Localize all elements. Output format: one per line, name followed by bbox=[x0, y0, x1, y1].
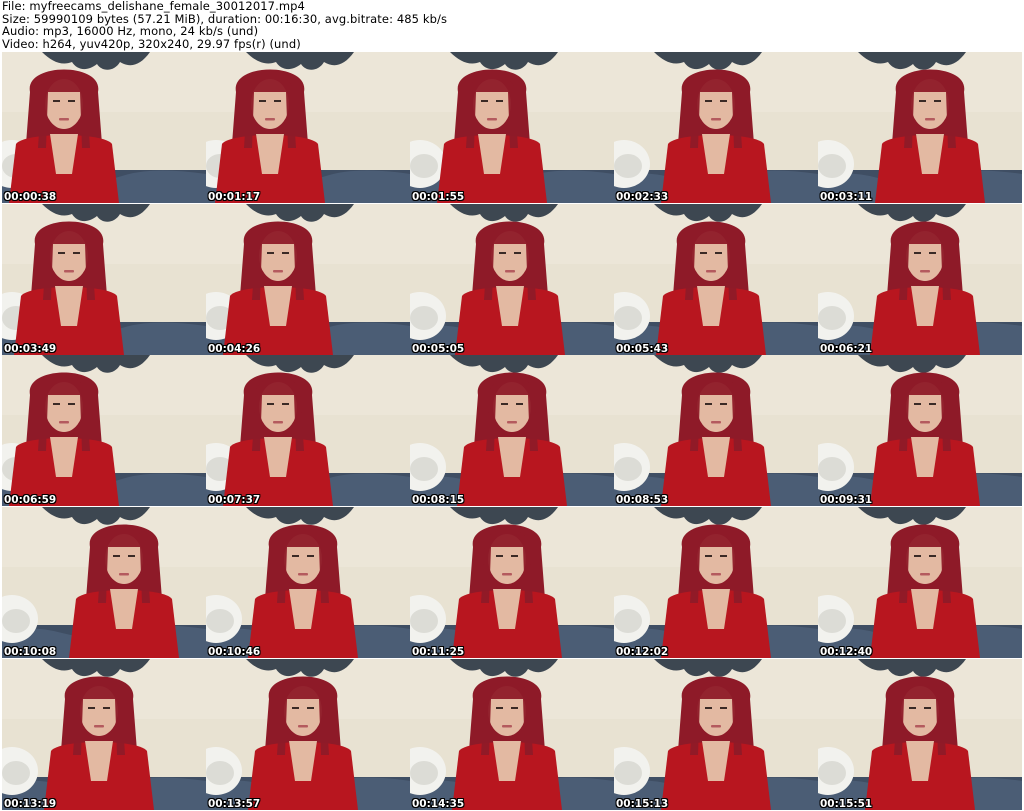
video-frame bbox=[818, 507, 1022, 658]
thumbnail: 00:10:46 bbox=[206, 507, 410, 658]
video-frame bbox=[614, 204, 818, 355]
thumbnail-timestamp: 00:01:55 bbox=[412, 191, 465, 203]
thumbnail-timestamp: 00:07:37 bbox=[208, 494, 261, 506]
thumbnail: 00:02:33 bbox=[614, 52, 818, 203]
thumbnail-timestamp: 00:12:40 bbox=[820, 646, 873, 658]
audio-info-line: Audio: mp3, 16000 Hz, mono, 24 kb/s (und… bbox=[2, 24, 259, 38]
video-frame bbox=[818, 52, 1022, 203]
video-frame bbox=[2, 355, 206, 506]
thumbnail-timestamp: 00:13:57 bbox=[208, 798, 261, 810]
thumbnail-timestamp: 00:04:26 bbox=[208, 343, 261, 355]
thumbnail: 00:13:57 bbox=[206, 659, 410, 810]
thumbnail: 00:15:51 bbox=[818, 659, 1022, 810]
video-frame bbox=[818, 659, 1022, 810]
thumbnail: 00:00:38 bbox=[2, 52, 206, 203]
video-frame bbox=[410, 52, 614, 203]
thumbnail: 00:11:25 bbox=[410, 507, 614, 658]
thumbnail-timestamp: 00:15:51 bbox=[820, 798, 873, 810]
video-frame bbox=[206, 52, 410, 203]
thumbnail: 00:05:05 bbox=[410, 204, 614, 355]
thumbnail: 00:10:08 bbox=[2, 507, 206, 658]
video-frame bbox=[410, 659, 614, 810]
thumbnail: 00:06:21 bbox=[818, 204, 1022, 355]
video-frame bbox=[206, 507, 410, 658]
video-frame bbox=[2, 204, 206, 355]
thumbnail-timestamp: 00:08:15 bbox=[412, 494, 465, 506]
video-frame bbox=[410, 204, 614, 355]
thumbnail: 00:08:15 bbox=[410, 355, 614, 506]
thumbnail-grid: 00:00:38 00:01:17 00:01:55 00:02:33 00:03:11… bbox=[0, 52, 1024, 811]
video-frame bbox=[2, 659, 206, 810]
video-frame bbox=[206, 355, 410, 506]
thumbnail-timestamp: 00:15:13 bbox=[616, 798, 669, 810]
thumbnail-timestamp: 00:10:46 bbox=[208, 646, 261, 658]
video-frame bbox=[614, 659, 818, 810]
thumbnail: 00:15:13 bbox=[614, 659, 818, 810]
thumbnail-timestamp: 00:02:33 bbox=[616, 191, 669, 203]
video-info-line: Video: h264, yuv420p, 320x240, 29.97 fps… bbox=[2, 36, 301, 51]
video-frame bbox=[410, 355, 614, 506]
thumbnail: 00:12:02 bbox=[614, 507, 818, 658]
thumbnail-timestamp: 00:01:17 bbox=[208, 191, 261, 203]
thumbnail: 00:14:35 bbox=[410, 659, 614, 810]
video-frame bbox=[614, 507, 818, 658]
thumbnail: 00:08:53 bbox=[614, 355, 818, 506]
thumbnail-timestamp: 00:08:53 bbox=[616, 494, 669, 506]
thumbnail-timestamp: 00:11:25 bbox=[412, 646, 465, 658]
video-frame bbox=[2, 507, 206, 658]
video-frame bbox=[818, 204, 1022, 355]
thumbnail-timestamp: 00:13:19 bbox=[4, 798, 57, 810]
thumbnail-timestamp: 00:03:11 bbox=[820, 191, 873, 203]
video-frame bbox=[206, 659, 410, 810]
thumbnail-timestamp: 00:05:05 bbox=[412, 343, 465, 355]
thumbnail-timestamp: 00:12:02 bbox=[616, 646, 669, 658]
video-frame bbox=[614, 52, 818, 203]
thumbnail: 00:01:55 bbox=[410, 52, 614, 203]
thumbnail: 00:07:37 bbox=[206, 355, 410, 506]
thumbnail-timestamp: 00:14:35 bbox=[412, 798, 465, 810]
thumbnail: 00:01:17 bbox=[206, 52, 410, 203]
thumbnail-timestamp: 00:09:31 bbox=[820, 494, 873, 506]
thumbnail-timestamp: 00:05:43 bbox=[616, 343, 669, 355]
thumbnail: 00:06:59 bbox=[2, 355, 206, 506]
thumbnail: 00:13:19 bbox=[2, 659, 206, 810]
thumbnail: 00:12:40 bbox=[818, 507, 1022, 658]
video-frame bbox=[410, 507, 614, 658]
thumbnail: 00:04:26 bbox=[206, 204, 410, 355]
thumbnail-timestamp: 00:06:59 bbox=[4, 494, 57, 506]
thumbnail: 00:03:49 bbox=[2, 204, 206, 355]
thumbnail: 00:05:43 bbox=[614, 204, 818, 355]
video-frame bbox=[818, 355, 1022, 506]
video-frame bbox=[2, 52, 206, 203]
thumbnail-timestamp: 00:03:49 bbox=[4, 343, 57, 355]
video-frame bbox=[614, 355, 818, 506]
video-frame bbox=[206, 204, 410, 355]
file-name-line: File: myfreecams_delishane_female_300120… bbox=[2, 0, 305, 13]
video-info-header: File: myfreecams_delishane_female_300120… bbox=[0, 0, 1024, 52]
thumbnail-timestamp: 00:10:08 bbox=[4, 646, 57, 658]
thumbnail-timestamp: 00:00:38 bbox=[4, 191, 57, 203]
thumbnail: 00:09:31 bbox=[818, 355, 1022, 506]
thumbnail: 00:03:11 bbox=[818, 52, 1022, 203]
thumbnail-timestamp: 00:06:21 bbox=[820, 343, 873, 355]
